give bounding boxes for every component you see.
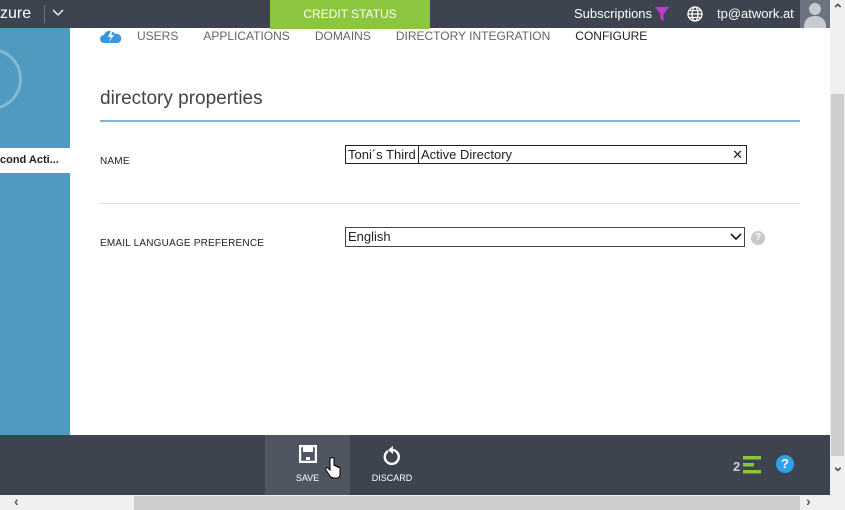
user-account[interactable]: tp@atwork.at xyxy=(717,6,794,21)
sidebar: cond Acti... xyxy=(0,28,70,435)
hand-cursor-icon xyxy=(325,457,341,479)
tab-directory-integration[interactable]: DIRECTORY INTEGRATION xyxy=(396,29,550,43)
chevron-down-icon[interactable] xyxy=(52,6,64,18)
chevron-down-icon xyxy=(730,233,742,241)
discard-button[interactable]: DISCARD xyxy=(352,435,432,495)
scroll-right-icon[interactable]: › xyxy=(806,493,811,509)
scroll-down-icon[interactable]: ⌄ xyxy=(832,458,844,475)
globe-icon[interactable] xyxy=(687,6,703,22)
save-icon xyxy=(298,445,317,463)
brand-logo[interactable]: zure xyxy=(0,5,31,23)
command-bar: SAVE DISCARD 2 ? xyxy=(0,435,830,495)
name-label: NAME xyxy=(100,156,130,167)
tab-bar: USERS APPLICATIONS DOMAINS DIRECTORY INT… xyxy=(100,29,672,43)
name-selected-text: Toni´s Third xyxy=(346,146,419,163)
divider xyxy=(100,120,800,122)
avatar[interactable] xyxy=(800,0,830,28)
help-button[interactable]: ? xyxy=(776,455,794,473)
save-button[interactable]: SAVE xyxy=(265,435,350,495)
name-text: Active Directory xyxy=(421,147,513,162)
top-bar: zure CREDIT STATUS Subscriptions tp@atwo… xyxy=(0,0,830,29)
scroll-up-icon[interactable]: ⌃ xyxy=(832,1,844,18)
tab-configure[interactable]: CONFIGURE xyxy=(575,29,647,43)
email-language-select[interactable]: English xyxy=(345,227,745,247)
notifications-list-icon[interactable] xyxy=(743,456,761,474)
sidebar-item-directory[interactable]: cond Acti... xyxy=(0,148,70,173)
filter-icon[interactable] xyxy=(655,7,669,21)
tab-applications[interactable]: APPLICATIONS xyxy=(203,29,289,43)
undo-icon xyxy=(383,446,400,465)
email-language-label: EMAIL LANGUAGE PREFERENCE xyxy=(100,238,265,249)
section-title: directory properties xyxy=(100,88,263,109)
vertical-scroll-thumb[interactable] xyxy=(831,94,844,456)
clear-icon[interactable]: ✕ xyxy=(732,146,743,163)
name-input[interactable]: Toni´s Third Active Directory ✕ xyxy=(345,145,747,164)
email-language-value: English xyxy=(348,229,391,244)
scrollbar-corner xyxy=(830,495,845,510)
scroll-left-icon[interactable]: ‹ xyxy=(14,493,19,509)
notification-count[interactable]: 2 xyxy=(733,459,740,474)
horizontal-scroll-thumb[interactable] xyxy=(134,496,800,510)
help-icon[interactable]: ? xyxy=(751,231,765,245)
divider xyxy=(100,203,800,204)
credit-status-button[interactable]: CREDIT STATUS xyxy=(270,0,430,29)
directory-cloud-icon xyxy=(100,30,122,43)
divider xyxy=(44,5,45,23)
discard-label: DISCARD xyxy=(371,473,413,483)
add-icon[interactable] xyxy=(0,48,22,110)
subscriptions-link[interactable]: Subscriptions xyxy=(574,6,652,21)
tab-domains[interactable]: DOMAINS xyxy=(315,29,371,43)
tab-users[interactable]: USERS xyxy=(137,29,178,43)
